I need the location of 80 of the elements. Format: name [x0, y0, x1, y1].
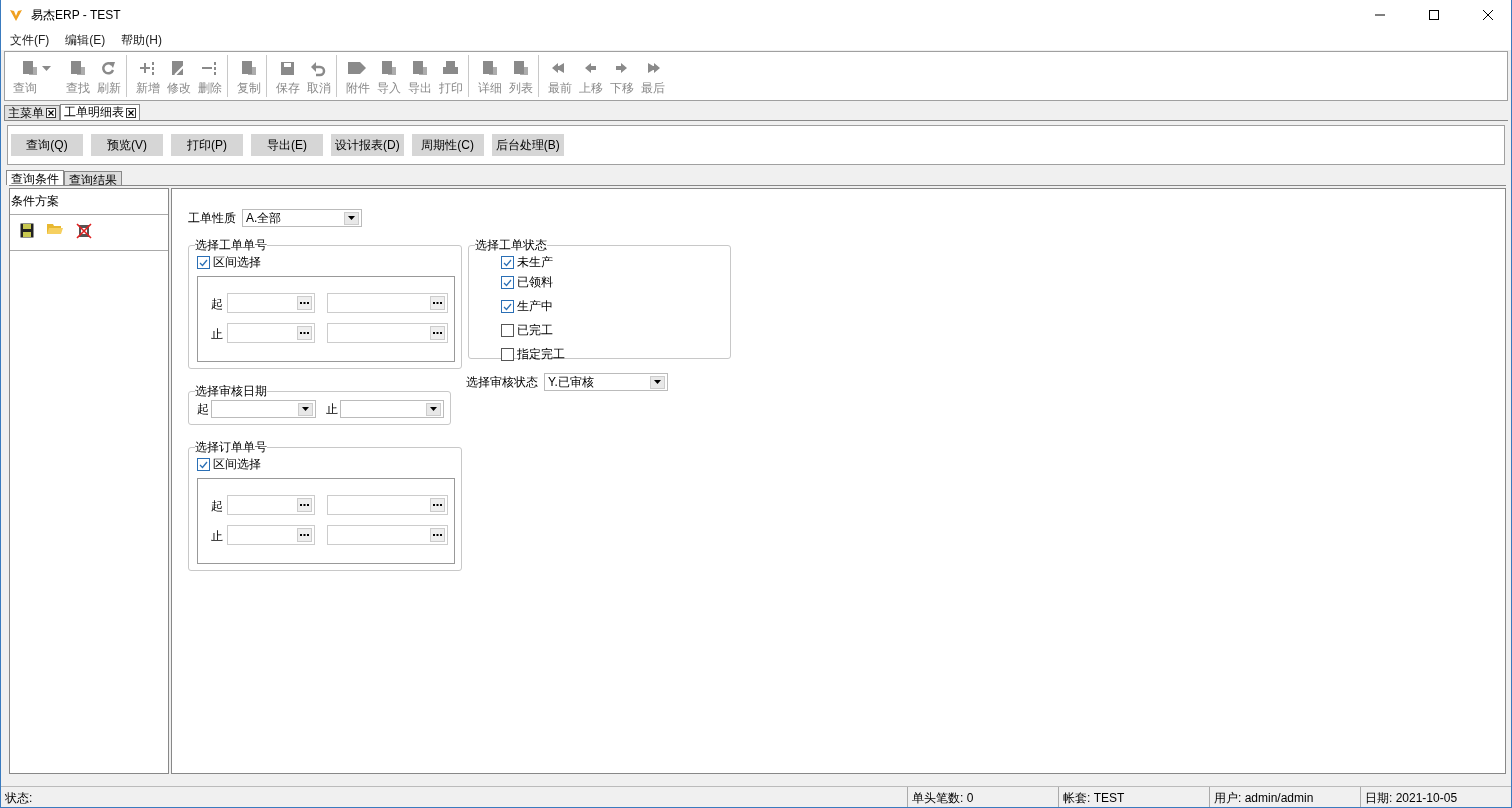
ellipsis-icon [430, 528, 445, 542]
field-label: 止 [326, 401, 338, 418]
delete-icon[interactable] [76, 223, 92, 239]
lookup-field[interactable] [327, 293, 448, 313]
checkbox[interactable] [501, 347, 514, 361]
ellipsis-icon [297, 498, 312, 512]
action-button[interactable]: 周期性(C) [411, 134, 484, 156]
field-label: 工单性质 [188, 210, 236, 227]
lookup-field[interactable] [327, 323, 448, 343]
status-text: 单头笔数: 0 [907, 787, 1058, 807]
document-tab[interactable]: 工单明细表 [60, 104, 140, 120]
lookup-field[interactable] [227, 323, 315, 343]
save-icon[interactable] [20, 223, 34, 238]
field-label: 起 [211, 498, 223, 515]
status-checkbox[interactable]: 指定完工 [501, 342, 565, 366]
status-checkbox[interactable]: 已领料 [501, 270, 553, 294]
checkbox[interactable] [501, 275, 514, 289]
printer-icon [440, 59, 459, 77]
close-icon [1483, 10, 1493, 20]
checkbox[interactable] [501, 299, 514, 313]
group-title: 选择订单单号 [195, 439, 267, 456]
menu-item[interactable]: 编辑(E) [62, 31, 109, 49]
checkbox[interactable] [501, 255, 514, 269]
lookup-field[interactable] [327, 525, 448, 545]
maximize-icon [1429, 10, 1439, 20]
checkbox[interactable] [197, 457, 210, 471]
panel-title: 条件方案 [10, 189, 168, 215]
status-text: 日期: 2021-10-05 [1360, 787, 1511, 807]
tag-icon [347, 59, 366, 77]
lookup-field[interactable] [227, 525, 315, 545]
status-text: 帐套: TEST [1058, 787, 1209, 807]
lookup-field[interactable] [327, 495, 448, 515]
range-checkbox[interactable]: 区间选择 [197, 254, 261, 270]
group-title: 选择工单状态 [475, 237, 547, 254]
tab[interactable]: 查询条件 [6, 170, 64, 185]
group-title: 选择工单单号 [195, 237, 267, 254]
field-label: 止 [211, 326, 223, 343]
ellipsis-icon [430, 296, 445, 310]
date-field[interactable] [340, 400, 444, 418]
checkbox[interactable] [197, 255, 210, 269]
group-title: 选择审核日期 [195, 383, 267, 400]
action-button[interactable]: 预览(V) [91, 134, 163, 156]
ellipsis-icon [430, 326, 445, 340]
dropdown-field[interactable]: A.全部 [242, 209, 362, 227]
field-label: 选择审核状态 [466, 374, 538, 391]
lookup-field[interactable] [227, 495, 315, 515]
date-field[interactable] [211, 400, 316, 418]
close-icon[interactable] [126, 107, 136, 118]
range-checkbox[interactable]: 区间选择 [197, 456, 261, 472]
ellipsis-icon [430, 498, 445, 512]
caret-icon [41, 65, 51, 71]
ellipsis-icon [297, 326, 312, 340]
menu-item[interactable]: 帮助(H) [118, 31, 165, 49]
folder-icon[interactable] [47, 223, 63, 235]
status-checkbox[interactable]: 已完工 [501, 318, 553, 342]
tab[interactable]: 查询结果 [64, 171, 122, 185]
window-title: 易杰ERP - TEST [31, 6, 122, 24]
field-label: 止 [211, 528, 223, 545]
ellipsis-icon [297, 296, 312, 310]
action-button[interactable]: 查询(Q) [11, 134, 83, 156]
action-button[interactable]: 后台处理(B) [491, 134, 564, 156]
status-checkbox[interactable]: 生产中 [501, 294, 553, 318]
status-text: 状态: [4, 790, 34, 807]
lookup-field[interactable] [227, 293, 315, 313]
action-button[interactable]: 设计报表(D) [331, 134, 404, 156]
dropdown-field[interactable]: Y.已审核 [544, 373, 668, 391]
add-row-icon [137, 59, 156, 77]
close-icon[interactable] [46, 108, 56, 118]
document-tab[interactable]: 主菜单 [4, 105, 60, 120]
action-button[interactable]: 打印(P) [171, 134, 243, 156]
status-checkbox[interactable]: 未生产 [501, 254, 553, 270]
field-label: 起 [211, 296, 223, 313]
menu-item[interactable]: 文件(F) [7, 31, 53, 49]
field-label: 起 [197, 401, 209, 418]
checkbox[interactable] [501, 323, 514, 337]
status-text: 用户: admin/admin [1209, 787, 1360, 807]
action-button[interactable]: 导出(E) [251, 134, 323, 156]
app-logo-icon [9, 8, 23, 22]
remove-row-icon [199, 59, 218, 77]
ellipsis-icon [297, 528, 312, 542]
